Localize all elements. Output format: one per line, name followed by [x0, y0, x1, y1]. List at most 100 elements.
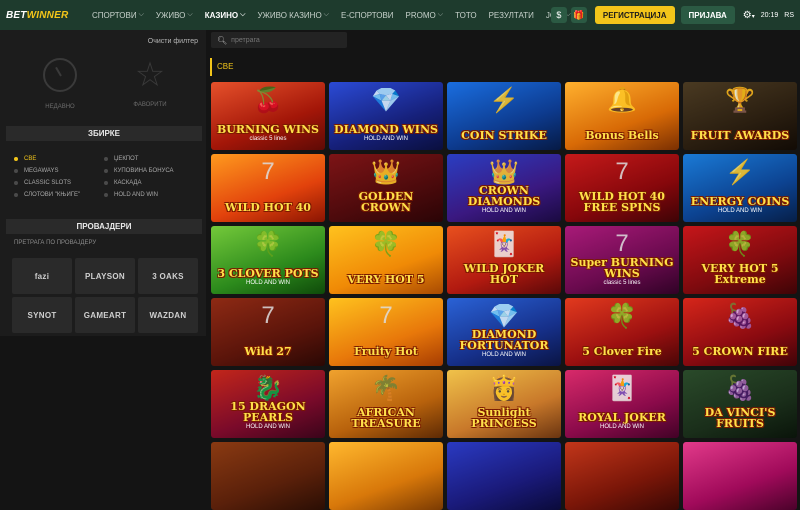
game-tile[interactable]: 🍀 5 Clover Fire: [565, 298, 679, 366]
gift-icon: 🎁: [573, 9, 585, 20]
provider-logo: WAZDAN: [149, 310, 187, 320]
collection-option[interactable]: КУПОВИНА БОНУСА: [104, 168, 174, 174]
gift-button[interactable]: 🎁: [570, 7, 587, 23]
game-tile[interactable]: 💎 DIAMOND FORTUNATOR HOLD AND WIN: [447, 298, 561, 366]
game-art-icon: ⚡: [489, 87, 519, 114]
game-tile[interactable]: 7 Wild 27: [211, 298, 325, 366]
game-tile[interactable]: 🐉 15 DRAGON PEARLS HOLD AND WIN: [211, 370, 325, 438]
nav-item[interactable]: КАЗИНО ⌵: [199, 0, 252, 30]
provider-tile[interactable]: GAMEART: [75, 297, 135, 333]
deposit-button[interactable]: $: [550, 7, 567, 23]
game-art-icon: 7: [261, 158, 275, 185]
game-title: WILD JOKER HOT: [463, 262, 545, 286]
provider-logo: 3 OAKS: [152, 271, 184, 281]
game-subtitle: HOLD AND WIN: [363, 136, 408, 142]
favorites-filter[interactable]: ☆ ФАВОРИТИ: [120, 58, 180, 108]
game-tile[interactable]: 🍀 VERY HOT 5 Extreme: [683, 226, 797, 294]
provider-tile[interactable]: PLAYSON: [75, 258, 135, 294]
game-tile[interactable]: 🃏 ROYAL JOKER HOLD AND WIN: [565, 370, 679, 438]
provider-logo: PLAYSON: [84, 271, 126, 281]
collection-label: КАСКАДА: [114, 180, 142, 186]
logo-part-bet: BET: [6, 9, 27, 21]
collection-option[interactable]: HOLD AND WIN: [104, 192, 158, 198]
language-selector[interactable]: RS: [784, 12, 794, 19]
login-button[interactable]: ПРИЈАВА: [680, 6, 735, 24]
game-title: 3 CLOVER POTS: [217, 267, 319, 280]
nav-item[interactable]: РЕЗУЛТАТИ: [483, 0, 540, 30]
collection-label: HOLD AND WIN: [114, 192, 159, 198]
game-art-icon: 🃏: [607, 375, 637, 402]
provider-tile[interactable]: 3 OAKS: [138, 258, 198, 294]
nav-item-label: УЖИВО КАЗИНО: [257, 10, 322, 20]
game-tile[interactable]: 🌴 AFRICAN TREASURE: [329, 370, 443, 438]
game-art-icon: 🌴: [371, 375, 401, 402]
nav-item[interactable]: УЖИВО КАЗИНО ⌵: [251, 0, 335, 30]
game-title: ENERGY COINS: [690, 195, 790, 208]
collection-option[interactable]: СВЕ: [14, 156, 36, 162]
nav-item[interactable]: СПОРТОВИ ⌵: [86, 0, 150, 30]
game-tile[interactable]: [447, 442, 561, 510]
game-art-icon: 💎: [489, 303, 519, 330]
provider-tile[interactable]: SYNOT: [12, 297, 72, 333]
game-tile[interactable]: ⚡ COIN STRIKE: [447, 82, 561, 150]
game-tile[interactable]: [565, 442, 679, 510]
betwinner-logo[interactable]: BETWINNER: [0, 10, 86, 21]
game-tile[interactable]: [683, 442, 797, 510]
dollar-icon: $: [556, 10, 562, 20]
game-subtitle: HOLD AND WIN: [481, 352, 526, 358]
game-tile[interactable]: 🍇 5 CROWN FIRE: [683, 298, 797, 366]
collection-option[interactable]: КАСКАДА: [104, 180, 141, 186]
game-subtitle: HOLD AND WIN: [481, 208, 526, 214]
settings-gear-icon[interactable]: ⚙▾: [743, 10, 755, 21]
game-tile[interactable]: 🃏 WILD JOKER HOT: [447, 226, 561, 294]
nav-item[interactable]: ТОТО: [449, 0, 483, 30]
nav-item[interactable]: PROMO ⌵: [400, 0, 450, 30]
radio-dot-icon: [104, 181, 108, 185]
clock-time: 20:19: [760, 11, 779, 19]
game-tile[interactable]: 🔔 Bonus Bells: [565, 82, 679, 150]
chevron-down-icon: ⌵: [138, 11, 144, 18]
game-search-box[interactable]: 🔍︎: [211, 32, 347, 48]
game-tile[interactable]: 👑 GOLDEN CROWN: [329, 154, 443, 222]
collection-option[interactable]: MEGAWAYS: [14, 168, 58, 174]
game-tile[interactable]: 7 WILD HOT 40 FREE SPINS: [565, 154, 679, 222]
collection-option[interactable]: ЏЕКПОТ: [104, 156, 138, 162]
providers-heading: ПРОВАЈДЕРИ: [6, 219, 202, 234]
game-tile[interactable]: 7 Fruity Hot: [329, 298, 443, 366]
game-art-icon: 7: [379, 302, 393, 329]
chevron-down-icon: ⌵: [187, 11, 193, 18]
game-title: VERY HOT 5 Extreme: [701, 262, 779, 286]
collection-option[interactable]: СЛОТОВИ "КЊИГЕ": [14, 192, 80, 198]
game-tile[interactable]: 7 Super BURNING WINS classic 5 lines: [565, 226, 679, 294]
clear-filter-link[interactable]: Очисти филтер: [148, 38, 198, 45]
game-art-icon: ⚡: [725, 159, 755, 186]
register-button[interactable]: РЕГИСТРАЦИЈА: [594, 6, 675, 24]
game-title: AFRICAN TREASURE: [351, 406, 421, 430]
collection-label: CLASSIC SLOTS: [24, 180, 72, 186]
game-tile[interactable]: 🍀 VERY HOT 5: [329, 226, 443, 294]
clock-icon: [43, 58, 77, 92]
game-subtitle: HOLD AND WIN: [717, 208, 762, 214]
collection-option[interactable]: CLASSIC SLOTS: [14, 180, 71, 186]
game-tile[interactable]: 💎 DIAMOND WINS HOLD AND WIN: [329, 82, 443, 150]
game-tile[interactable]: 🍒 BURNING WINS classic 5 lines: [211, 82, 325, 150]
game-tile[interactable]: 🍇 DA VINCI'S FRUITS: [683, 370, 797, 438]
game-tile[interactable]: 🏆 FRUIT AWARDS: [683, 82, 797, 150]
game-tile[interactable]: 7 WILD HOT 40: [211, 154, 325, 222]
game-tile[interactable]: 🍀 3 CLOVER POTS HOLD AND WIN: [211, 226, 325, 294]
game-tile[interactable]: [211, 442, 325, 510]
game-tile[interactable]: ⚡ ENERGY COINS HOLD AND WIN: [683, 154, 797, 222]
nav-item[interactable]: УЖИВО ⌵: [150, 0, 199, 30]
game-tile[interactable]: 👑 CROWN DIAMONDS HOLD AND WIN: [447, 154, 561, 222]
provider-tile[interactable]: WAZDAN: [138, 297, 198, 333]
nav-item[interactable]: Е-СПОРТОВИ: [335, 0, 400, 30]
filter-sidebar: Очисти филтер НЕДАВНО ☆ ФАВОРИТИ ЗБИРКЕ …: [0, 30, 206, 336]
game-tile[interactable]: [329, 442, 443, 510]
nav-item-label: КАЗИНО: [204, 10, 239, 20]
game-tile[interactable]: 👸 Sunlight PRINCESS: [447, 370, 561, 438]
provider-search-input[interactable]: ПРЕТРАГА ПО ПРОВАЈДЕРУ: [14, 240, 96, 246]
provider-tile[interactable]: fazi: [12, 258, 72, 294]
search-input[interactable]: [231, 36, 342, 44]
recent-filter[interactable]: НЕДАВНО: [30, 58, 90, 110]
game-art-icon: 👸: [489, 375, 519, 402]
